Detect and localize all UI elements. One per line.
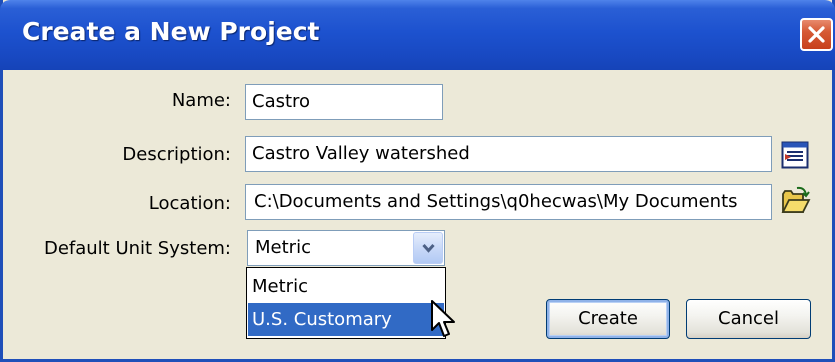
- title-bar[interactable]: Create a New Project: [0, 0, 835, 70]
- close-button[interactable]: [800, 18, 833, 51]
- unit-system-label: Default Unit System:: [43, 238, 231, 259]
- location-label: Location:: [148, 193, 231, 214]
- name-label: Name:: [171, 90, 231, 111]
- location-field[interactable]: C:\Documents and Settings\q0hecwas\My Do…: [245, 184, 772, 220]
- create-button[interactable]: Create: [546, 299, 670, 339]
- name-field[interactable]: Castro: [245, 84, 443, 120]
- dialog-window: Create a New Project Name: Castro Descri…: [0, 0, 835, 362]
- dropdown-arrow-button[interactable]: [413, 232, 443, 264]
- close-icon: [808, 26, 825, 43]
- description-label: Description:: [122, 144, 231, 165]
- description-field[interactable]: Castro Valley watershed: [245, 136, 772, 172]
- text-editor-icon: [781, 141, 809, 169]
- location-browse-button[interactable]: [781, 186, 811, 214]
- option-us-customary[interactable]: U.S. Customary: [248, 303, 444, 336]
- unit-system-options: Metric U.S. Customary: [246, 267, 446, 339]
- unit-system-dropdown[interactable]: Metric: [247, 230, 445, 266]
- window-title: Create a New Project: [22, 17, 320, 46]
- chevron-down-icon: [422, 243, 435, 253]
- unit-system-value: Metric: [255, 237, 311, 258]
- option-metric[interactable]: Metric: [248, 270, 444, 303]
- description-editor-button[interactable]: [781, 141, 809, 169]
- cancel-button[interactable]: Cancel: [686, 299, 811, 339]
- mouse-pointer-icon: [431, 300, 455, 337]
- open-folder-icon: [781, 186, 811, 213]
